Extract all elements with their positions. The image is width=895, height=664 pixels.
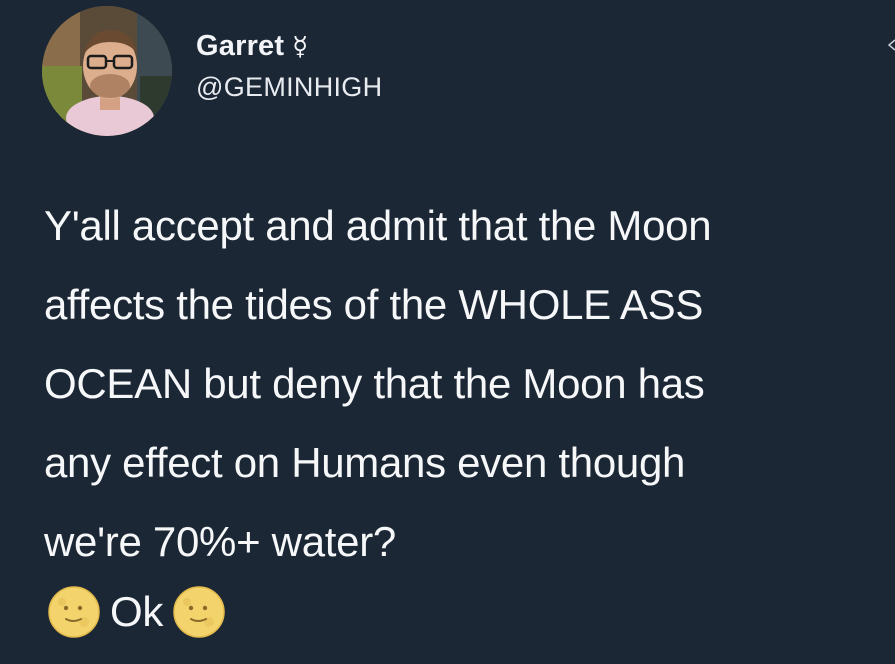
menu-chevron-icon[interactable] xyxy=(887,38,895,52)
full-moon-face-icon xyxy=(171,584,227,640)
tweet-body-line: Y'all accept and admit that the Moon xyxy=(44,202,712,249)
sign-off-text: Ok xyxy=(110,588,164,635)
user-handle[interactable]: @GEMINHIGH xyxy=(196,72,382,103)
tweet-body-line: we're 70%+ water? xyxy=(44,518,396,565)
display-name-row: Garret ☿ xyxy=(196,26,382,66)
tweet-body: Y'all accept and admit that the Moon aff… xyxy=(44,186,874,581)
tweet-body-line: OCEAN but deny that the Moon has xyxy=(44,360,705,407)
mercury-symbol-icon: ☿ xyxy=(292,32,309,62)
display-name[interactable]: Garret xyxy=(196,30,284,63)
tweet-sign-off: Ok xyxy=(46,584,227,640)
avatar[interactable] xyxy=(42,6,172,136)
author-block: Garret ☿ @GEMINHIGH xyxy=(196,26,382,103)
full-moon-face-icon xyxy=(46,584,102,640)
tweet-body-line: affects the tides of the WHOLE ASS xyxy=(44,281,704,328)
tweet-body-line: any effect on Humans even though xyxy=(44,439,686,486)
tweet: Garret ☿ @GEMINHIGH Y'all accept and adm… xyxy=(0,0,895,664)
